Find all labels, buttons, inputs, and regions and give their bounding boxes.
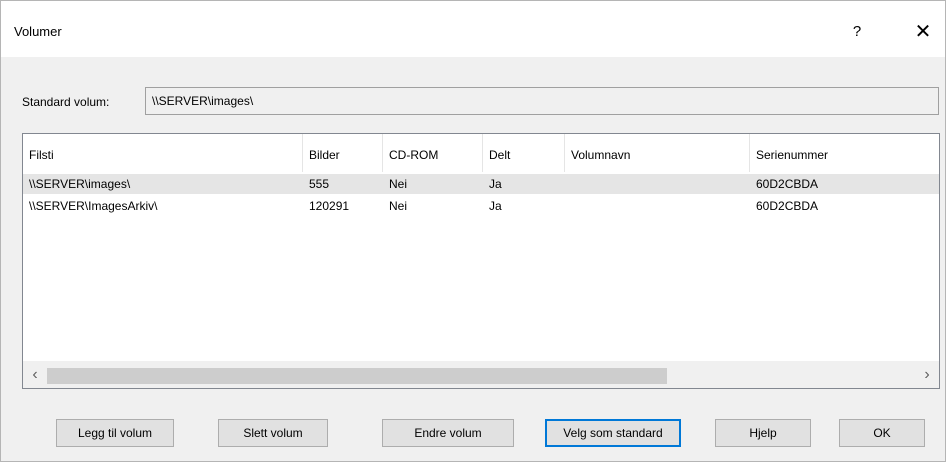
table-row[interactable]: \\SERVER\images\ 555 Nei Ja 60D2CBDA [23, 174, 939, 194]
close-icon[interactable]: ✕ [905, 17, 941, 47]
cell-serienummer: 60D2CBDA [756, 177, 819, 191]
cell-bilder: 120291 [309, 199, 350, 213]
volume-list[interactable]: Filsti Bilder CD-ROM Delt Volumnavn Seri… [22, 133, 940, 389]
cell-delt: Ja [489, 177, 502, 191]
list-header: Filsti Bilder CD-ROM Delt Volumnavn Seri… [23, 134, 939, 172]
standard-volume-field: \\SERVER\images\ [145, 87, 939, 115]
scroll-left-icon[interactable]: ‹ [23, 362, 47, 388]
cell-cdrom: Nei [389, 199, 408, 213]
ok-button[interactable]: OK [839, 419, 925, 447]
cell-filsti: \\SERVER\ImagesArkiv\ [29, 199, 158, 213]
set-default-button[interactable]: Velg som standard [545, 419, 681, 447]
horizontal-scrollbar[interactable]: ‹ › [23, 361, 939, 388]
edit-volume-button[interactable]: Endre volum [382, 419, 514, 447]
column-header-cdrom[interactable]: CD-ROM [383, 134, 483, 172]
add-volume-button[interactable]: Legg til volum [56, 419, 174, 447]
scrollbar-thumb[interactable] [47, 368, 667, 384]
help-icon[interactable]: ? [839, 17, 875, 47]
title-bar: Volumer ? ✕ [1, 1, 945, 57]
column-header-serienummer[interactable]: Serienummer [750, 134, 939, 172]
column-header-bilder[interactable]: Bilder [303, 134, 383, 172]
cell-bilder: 555 [309, 177, 330, 191]
cell-serienummer: 60D2CBDA [756, 199, 819, 213]
cell-filsti: \\SERVER\images\ [29, 177, 131, 191]
cell-cdrom: Nei [389, 177, 408, 191]
standard-volume-label: Standard volum: [22, 95, 110, 109]
delete-volume-button[interactable]: Slett volum [218, 419, 328, 447]
column-header-filsti[interactable]: Filsti [23, 134, 303, 172]
cell-delt: Ja [489, 199, 502, 213]
help-button[interactable]: Hjelp [715, 419, 811, 447]
scroll-right-icon[interactable]: › [915, 362, 939, 388]
volumer-dialog: Volumer ? ✕ Standard volum: \\SERVER\ima… [0, 0, 946, 462]
column-header-delt[interactable]: Delt [483, 134, 565, 172]
dialog-title: Volumer [14, 24, 62, 39]
table-row[interactable]: \\SERVER\ImagesArkiv\ 120291 Nei Ja 60D2… [23, 196, 939, 216]
column-header-volumnavn[interactable]: Volumnavn [565, 134, 750, 172]
